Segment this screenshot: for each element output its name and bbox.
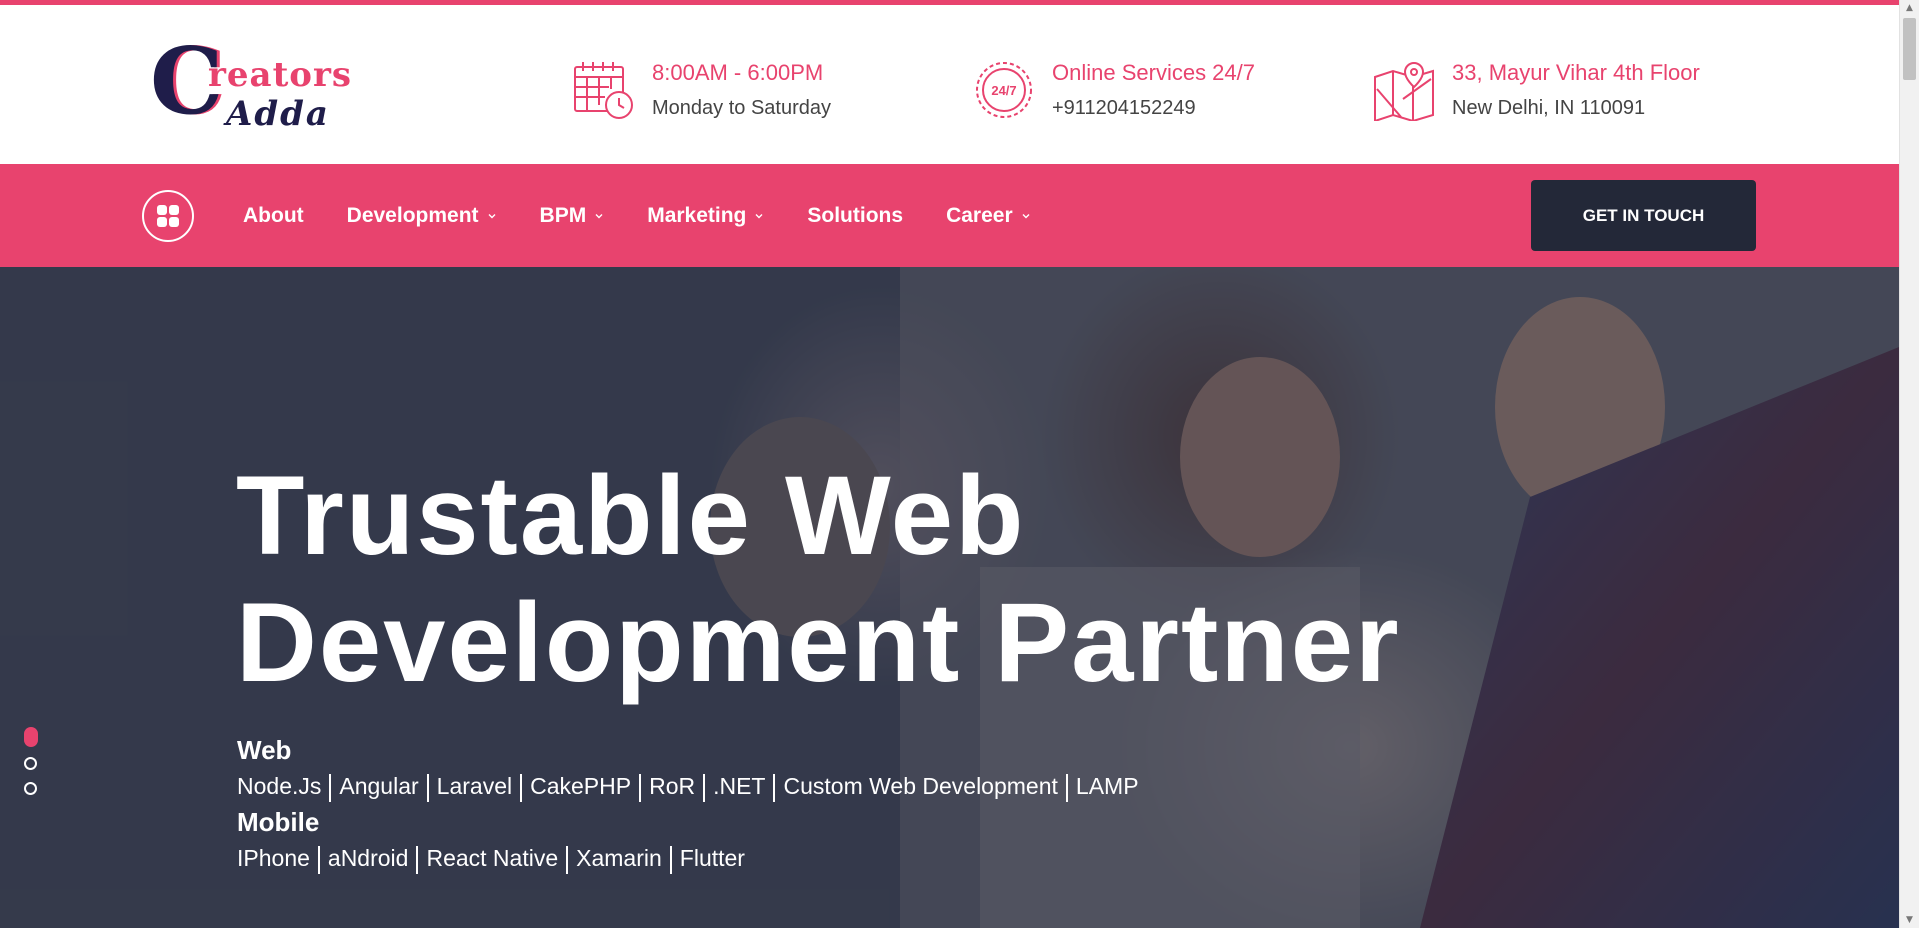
header-info-bar: C reators Adda 8:00AM - 6:00PM Monday to… — [0, 5, 1899, 164]
nav-item-label: BPM — [539, 203, 587, 227]
hero-service-item[interactable]: LAMP — [1076, 773, 1139, 799]
nav-item-marketing[interactable]: Marketing — [647, 204, 764, 228]
hero-service-list: Web Node.Js Angular Laravel CakePHP RoR .NET Cu… — [237, 732, 1139, 876]
hero-service-item[interactable]: CakePHP — [530, 773, 631, 799]
slider-dot-3[interactable] — [24, 782, 37, 795]
vertical-scrollbar[interactable]: ▲ ▼ — [1899, 0, 1919, 928]
logo-word-creators: reators — [208, 55, 353, 95]
hero-slider: Trustable Web Development Partner Web Nod… — [0, 267, 1899, 928]
24-7-support-icon: 24/7 — [973, 59, 1035, 121]
hero-service-item[interactable]: Laravel — [437, 773, 512, 799]
support-title: Online Services 24/7 — [1052, 60, 1255, 85]
hero-group-title: Web — [237, 735, 292, 765]
hero-group-items: Node.Js Angular Laravel CakePHP RoR .NET Custo… — [237, 768, 1139, 804]
chevron-down-icon — [488, 213, 496, 218]
hero-service-item[interactable]: Custom Web Development — [783, 773, 1057, 799]
separator — [317, 845, 320, 874]
logo-word-adda: Adda — [226, 94, 330, 134]
nav-item-label: About — [243, 203, 304, 227]
separator — [566, 845, 569, 874]
map-pin-icon — [1373, 59, 1435, 123]
nav-item-solutions[interactable]: Solutions — [807, 204, 903, 228]
separator — [416, 845, 419, 874]
logo[interactable]: C reators Adda — [150, 31, 351, 137]
address-subtitle: New Delhi, IN 110091 — [1452, 97, 1646, 119]
get-in-touch-button[interactable]: GET IN TOUCH — [1531, 180, 1756, 251]
separator — [669, 845, 672, 874]
separator — [639, 773, 642, 802]
hero-service-item[interactable]: Xamarin — [576, 845, 662, 871]
slider-dot-2[interactable] — [24, 757, 37, 770]
grid-menu-icon[interactable] — [142, 190, 194, 242]
slider-dot-1[interactable] — [24, 727, 38, 747]
svg-text:24/7: 24/7 — [991, 83, 1016, 98]
info-address: 33, Mayur Vihar 4th Floor New Delhi, IN … — [1373, 54, 1793, 124]
hours-title: 8:00AM - 6:00PM — [652, 60, 824, 85]
separator — [426, 773, 429, 802]
support-phone[interactable]: +911204152249 — [1052, 97, 1196, 120]
nav-item-career[interactable]: Career — [946, 204, 1031, 228]
nav-item-label: Marketing — [647, 203, 747, 227]
hero-title-line1: Trustable Web — [236, 453, 1026, 578]
separator — [773, 773, 776, 802]
nav-item-label: Development — [346, 203, 479, 227]
hero-service-item[interactable]: aNdroid — [328, 845, 409, 871]
info-hours: 8:00AM - 6:00PM Monday to Saturday — [573, 54, 873, 124]
nav-item-label: Solutions — [807, 203, 904, 227]
hero-group-items: IPhone aNdroid React Native Xamarin Flutter — [237, 840, 1139, 876]
calendar-clock-icon — [573, 59, 635, 121]
address-title: 33, Mayur Vihar 4th Floor — [1452, 60, 1700, 85]
hero-service-item[interactable]: .NET — [713, 773, 765, 799]
scroll-thumb[interactable] — [1903, 18, 1916, 80]
separator — [1065, 773, 1068, 802]
hero-service-item[interactable]: Angular — [339, 773, 418, 799]
hero-service-item[interactable]: IPhone — [237, 845, 310, 871]
scroll-up-arrow-icon[interactable]: ▲ — [1900, 0, 1919, 16]
nav-item-bpm[interactable]: BPM — [540, 204, 605, 228]
hero-title: Trustable Web Development Partner — [236, 452, 1536, 706]
hero-title-line2: Development Partner — [236, 580, 1401, 705]
nav-item-about[interactable]: About — [243, 204, 304, 228]
hero-group-title: Mobile — [237, 807, 320, 837]
chevron-down-icon — [595, 213, 603, 218]
chevron-down-icon — [1022, 213, 1030, 218]
hero-service-item[interactable]: RoR — [649, 773, 695, 799]
hero-service-item[interactable]: React Native — [426, 845, 558, 871]
info-support: 24/7 Online Services 24/7 +911204152249 — [973, 54, 1293, 124]
nav-item-development[interactable]: Development — [347, 204, 497, 228]
separator — [520, 773, 523, 802]
separator — [329, 773, 332, 802]
page: C reators Adda 8:00AM - 6:00PM Monday to… — [0, 0, 1919, 928]
chevron-down-icon — [755, 213, 763, 218]
separator — [703, 773, 706, 802]
nav-item-label: Career — [946, 203, 1013, 227]
main-nav: About Development BPM Marketing Solution… — [0, 164, 1899, 267]
scroll-down-arrow-icon[interactable]: ▼ — [1900, 912, 1919, 928]
hero-service-item[interactable]: Node.Js — [237, 773, 321, 799]
hours-subtitle: Monday to Saturday — [652, 97, 831, 119]
nav-links: About Development BPM Marketing Solution… — [243, 164, 1074, 267]
hero-service-item[interactable]: Flutter — [680, 845, 745, 871]
